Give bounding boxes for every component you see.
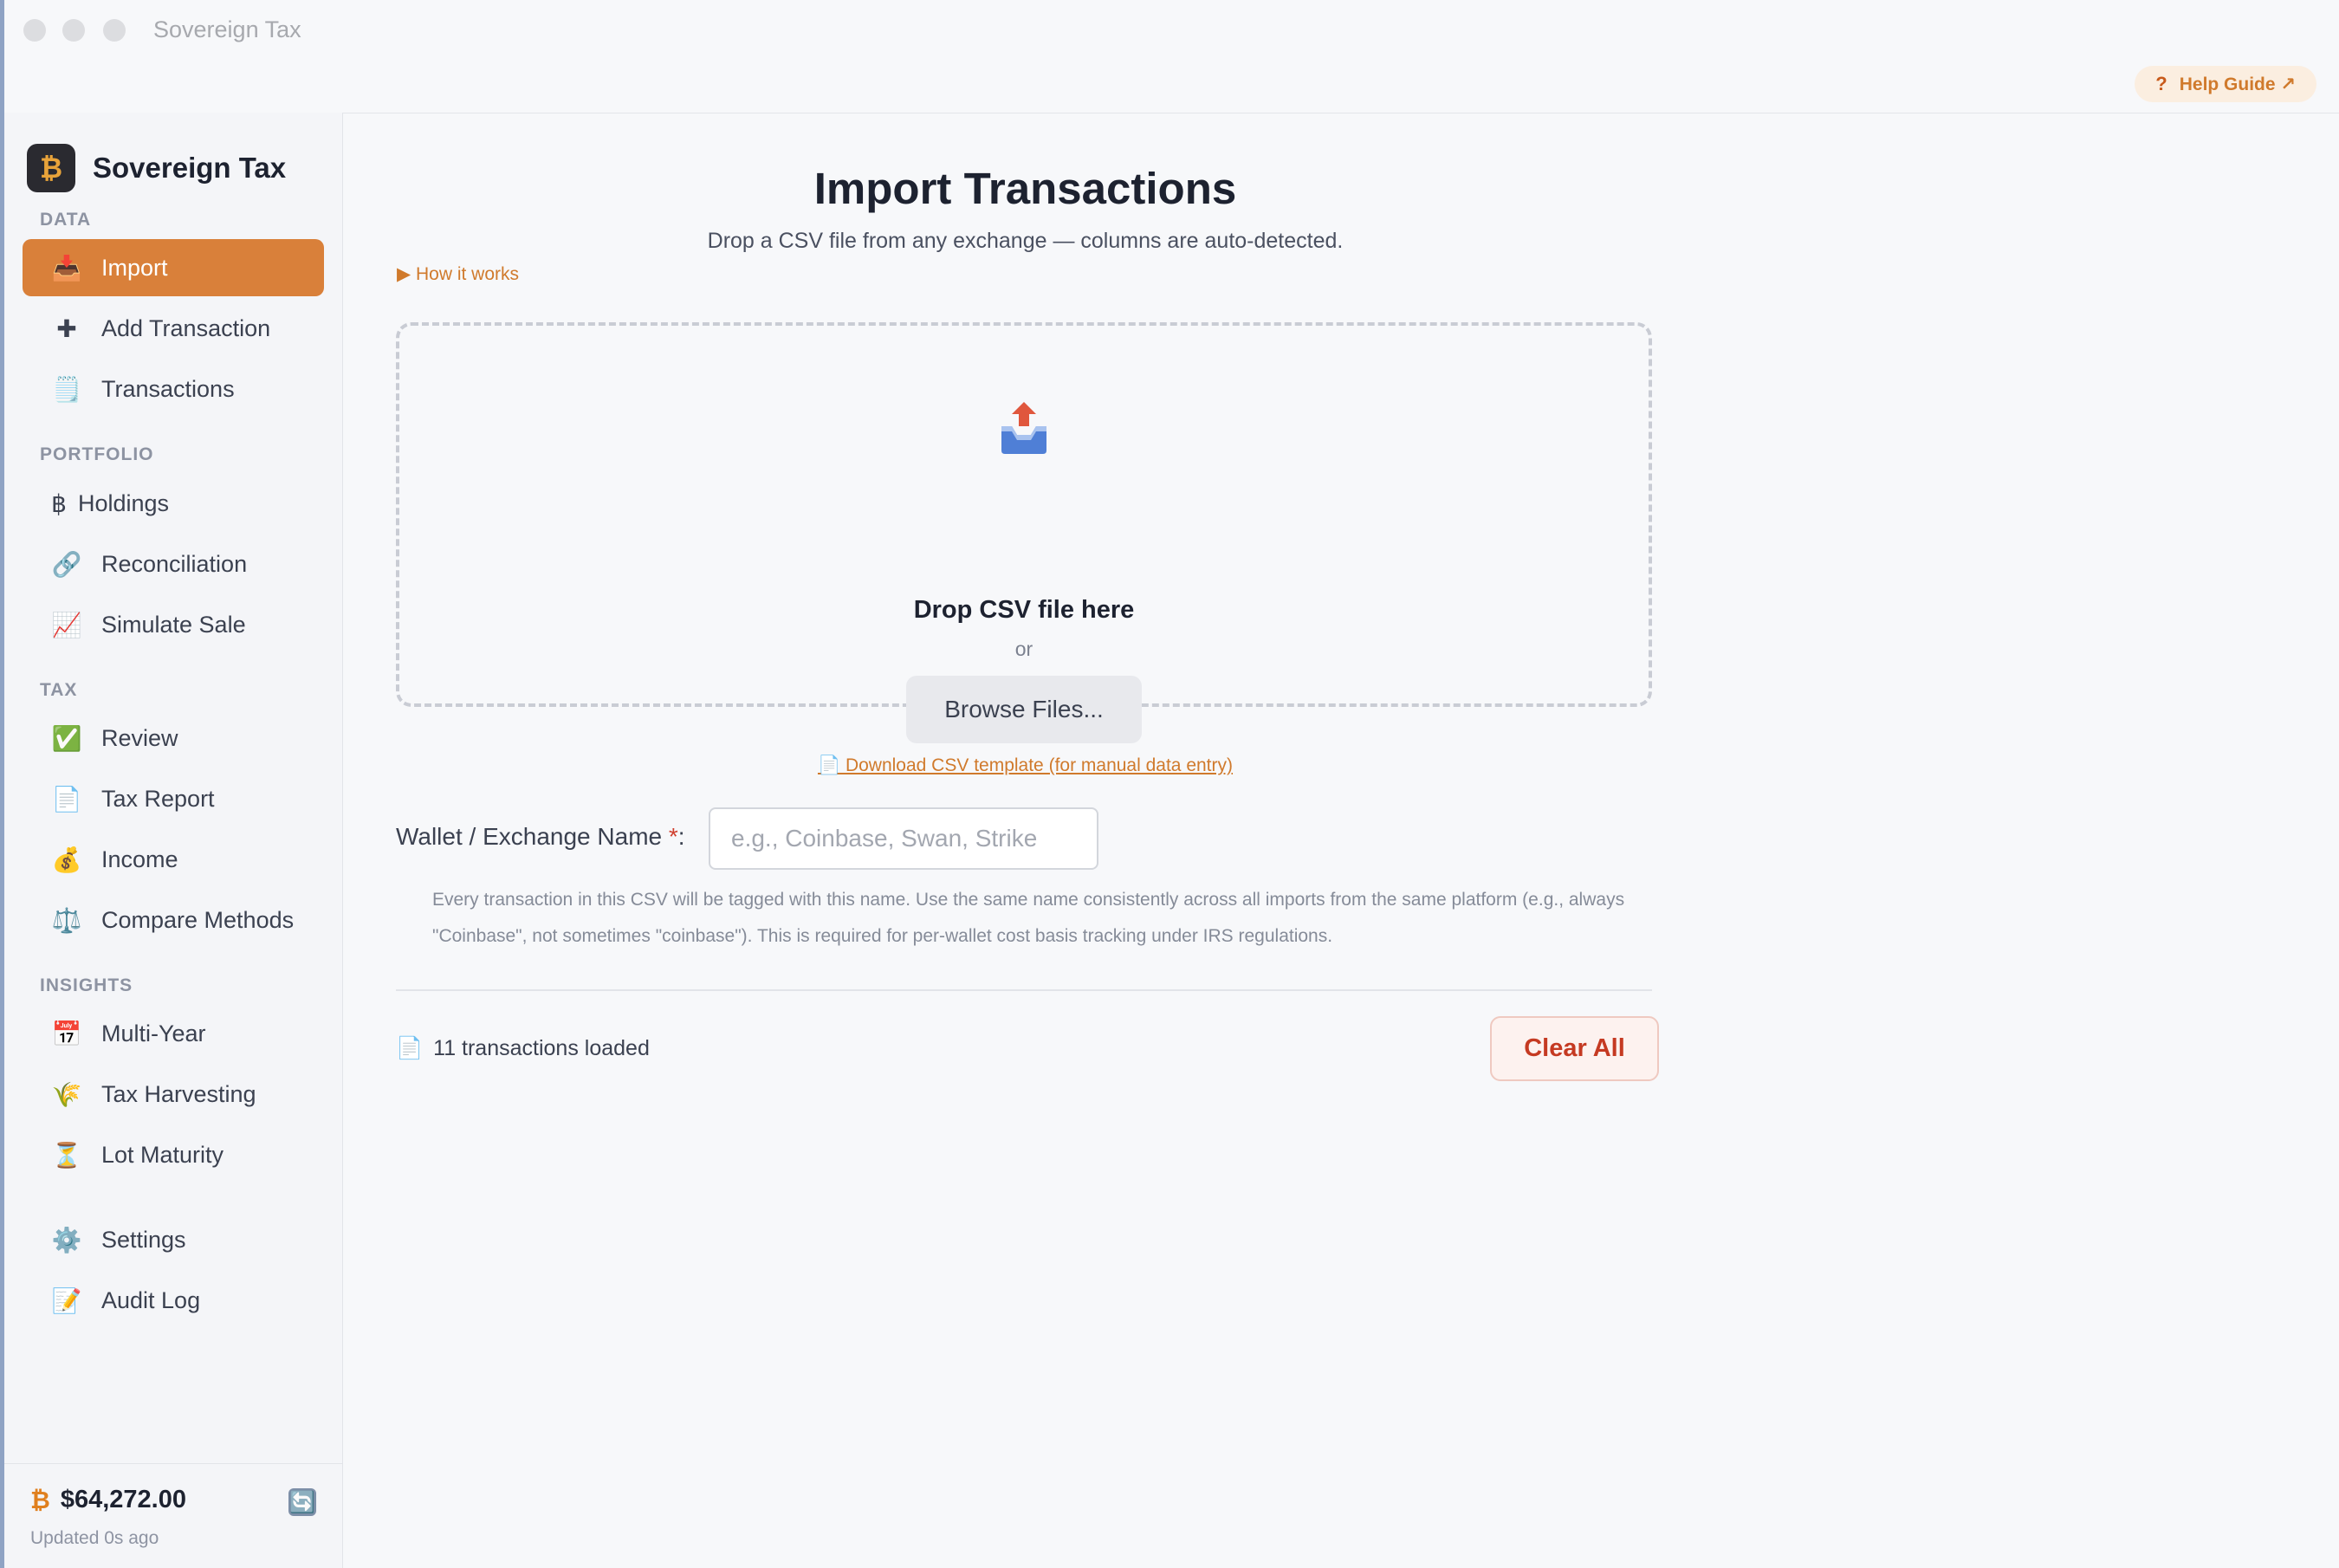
- dropzone-or: or: [1014, 638, 1033, 660]
- btc-price-value: $64,272.00: [60, 1486, 186, 1513]
- window-title: Sovereign Tax: [153, 16, 301, 42]
- sidebar-item-review[interactable]: ✅ Review: [23, 709, 324, 767]
- scales-icon: ⚖️: [51, 906, 82, 934]
- zoom-window-button[interactable]: [103, 19, 126, 42]
- main-content: Import Transactions Drop a CSV file from…: [342, 113, 2339, 1568]
- sidebar-item-tax-report[interactable]: 📄 Tax Report: [23, 770, 324, 827]
- close-window-button[interactable]: [23, 19, 46, 42]
- sidebar-item-label: Holdings: [78, 489, 170, 516]
- help-guide-label: Help Guide ↗: [2179, 74, 2296, 94]
- download-csv-template-link[interactable]: 📄 Download CSV template (for manual data…: [342, 755, 1708, 776]
- sidebar-item-label: Transactions: [101, 375, 235, 402]
- refresh-icon[interactable]: 🔄: [288, 1488, 316, 1516]
- help-guide-button[interactable]: ? Help Guide ↗: [2135, 66, 2316, 102]
- brand-name: Sovereign Tax: [93, 152, 287, 184]
- sidebar-item-simulate-sale[interactable]: 📈 Simulate Sale: [23, 596, 324, 653]
- sidebar-item-label: Settings: [101, 1226, 186, 1253]
- document-icon: 📄: [51, 785, 82, 813]
- sidebar-item-compare-methods[interactable]: ⚖️ Compare Methods: [23, 891, 324, 949]
- sidebar-item-tax-harvesting[interactable]: 🌾 Tax Harvesting: [23, 1066, 324, 1123]
- btc-price: ₿ $64,272.00: [30, 1486, 186, 1514]
- wallet-name-input[interactable]: [709, 807, 1098, 870]
- inbox-tray-icon: 📥: [51, 254, 82, 282]
- dropzone-title: Drop CSV file here: [913, 596, 1135, 624]
- sidebar-item-label: Review: [101, 724, 178, 751]
- document-icon: 📄: [396, 1036, 424, 1060]
- gear-icon: ⚙️: [51, 1226, 82, 1254]
- hourglass-icon: ⏳: [51, 1141, 82, 1169]
- calendar-icon: 📅: [51, 1020, 82, 1047]
- section-label-insights: INSIGHTS: [40, 975, 133, 995]
- clear-all-button[interactable]: Clear All: [1490, 1016, 1659, 1081]
- price-updated-text: Updated 0s ago: [30, 1528, 159, 1548]
- sidebar-item-label: Tax Report: [101, 785, 215, 812]
- wallet-name-label: Wallet / Exchange Name *:: [396, 823, 685, 851]
- sidebar-item-label: Tax Harvesting: [101, 1080, 256, 1107]
- sidebar-item-label: Income: [101, 846, 178, 872]
- bitcoin-icon: ฿: [51, 489, 67, 517]
- sidebar-item-settings[interactable]: ⚙️ Settings: [23, 1211, 324, 1268]
- wallet-help-text: Every transaction in this CSV will be ta…: [432, 890, 1625, 946]
- sidebar-item-label: Compare Methods: [101, 906, 295, 933]
- section-label-portfolio: PORTFOLIO: [40, 444, 154, 464]
- sidebar-item-label: Simulate Sale: [101, 611, 246, 638]
- section-label-tax: TAX: [40, 680, 78, 700]
- loaded-count-text: 11 transactions loaded: [433, 1036, 650, 1060]
- app-window: Sovereign Tax ? Help Guide ↗ ₿ Sovereign…: [0, 0, 2339, 1568]
- sidebar-item-holdings[interactable]: ฿ Holdings: [23, 475, 324, 532]
- section-label-data: DATA: [40, 210, 92, 230]
- sidebar-item-label: Import: [101, 254, 168, 281]
- minimize-window-button[interactable]: [62, 19, 85, 42]
- wallet-label-colon: :: [677, 823, 685, 850]
- sidebar-item-label: Add Transaction: [101, 314, 271, 341]
- plus-icon: ✚: [56, 314, 77, 342]
- page-subtitle: Drop a CSV file from any exchange — colu…: [707, 229, 1344, 253]
- title-bar: Sovereign Tax ? Help Guide ↗: [4, 0, 2339, 113]
- transactions-loaded-status: 📄 11 transactions loaded: [396, 1036, 650, 1061]
- inbox-upload-icon: [1001, 402, 1046, 454]
- bitcoin-icon: ₿: [30, 1486, 50, 1513]
- check-icon: ✅: [51, 724, 82, 752]
- wheat-icon: 🌾: [51, 1080, 82, 1108]
- sidebar-footer-divider: [4, 1463, 342, 1464]
- memo-icon: 📝: [51, 1286, 82, 1314]
- browse-files-button[interactable]: Browse Files...: [906, 676, 1142, 743]
- wallet-label-text: Wallet / Exchange Name: [396, 823, 663, 850]
- money-bag-icon: 💰: [51, 846, 82, 873]
- brand: ₿ Sovereign Tax: [27, 144, 286, 192]
- sidebar-item-audit-log[interactable]: 📝 Audit Log: [23, 1272, 324, 1329]
- section-divider: [396, 989, 1652, 991]
- sidebar-item-income[interactable]: 💰 Income: [23, 831, 324, 888]
- sidebar-item-multi-year[interactable]: 📅 Multi-Year: [23, 1005, 324, 1062]
- csv-dropzone[interactable]: Drop CSV file here or Browse Files...: [396, 322, 1652, 743]
- sidebar-item-lot-maturity[interactable]: ⏳ Lot Maturity: [23, 1126, 324, 1183]
- notepad-icon: 🗒️: [51, 375, 82, 403]
- sidebar-item-label: Multi-Year: [101, 1020, 206, 1046]
- sidebar-item-label: Lot Maturity: [101, 1141, 224, 1168]
- sidebar-item-import[interactable]: 📥 Import: [23, 239, 324, 296]
- app-logo-icon: ₿: [27, 144, 75, 192]
- sidebar-item-add-transaction[interactable]: ✚ Add Transaction: [23, 300, 324, 357]
- sidebar-item-label: Audit Log: [101, 1286, 201, 1313]
- sidebar-item-transactions[interactable]: 🗒️ Transactions: [23, 360, 324, 418]
- page-title: Import Transactions: [813, 164, 1237, 213]
- link-icon: 🔗: [51, 550, 82, 578]
- sidebar-item-label: Reconciliation: [101, 550, 248, 577]
- how-it-works-toggle[interactable]: ▶ How it works: [397, 263, 519, 285]
- required-mark: *: [668, 823, 678, 850]
- question-icon: ?: [2155, 73, 2167, 94]
- sidebar: ₿ Sovereign Tax DATA 📥 Import ✚ Add Tran…: [4, 113, 343, 1568]
- sidebar-item-reconciliation[interactable]: 🔗 Reconciliation: [23, 535, 324, 593]
- chart-up-icon: 📈: [51, 611, 82, 638]
